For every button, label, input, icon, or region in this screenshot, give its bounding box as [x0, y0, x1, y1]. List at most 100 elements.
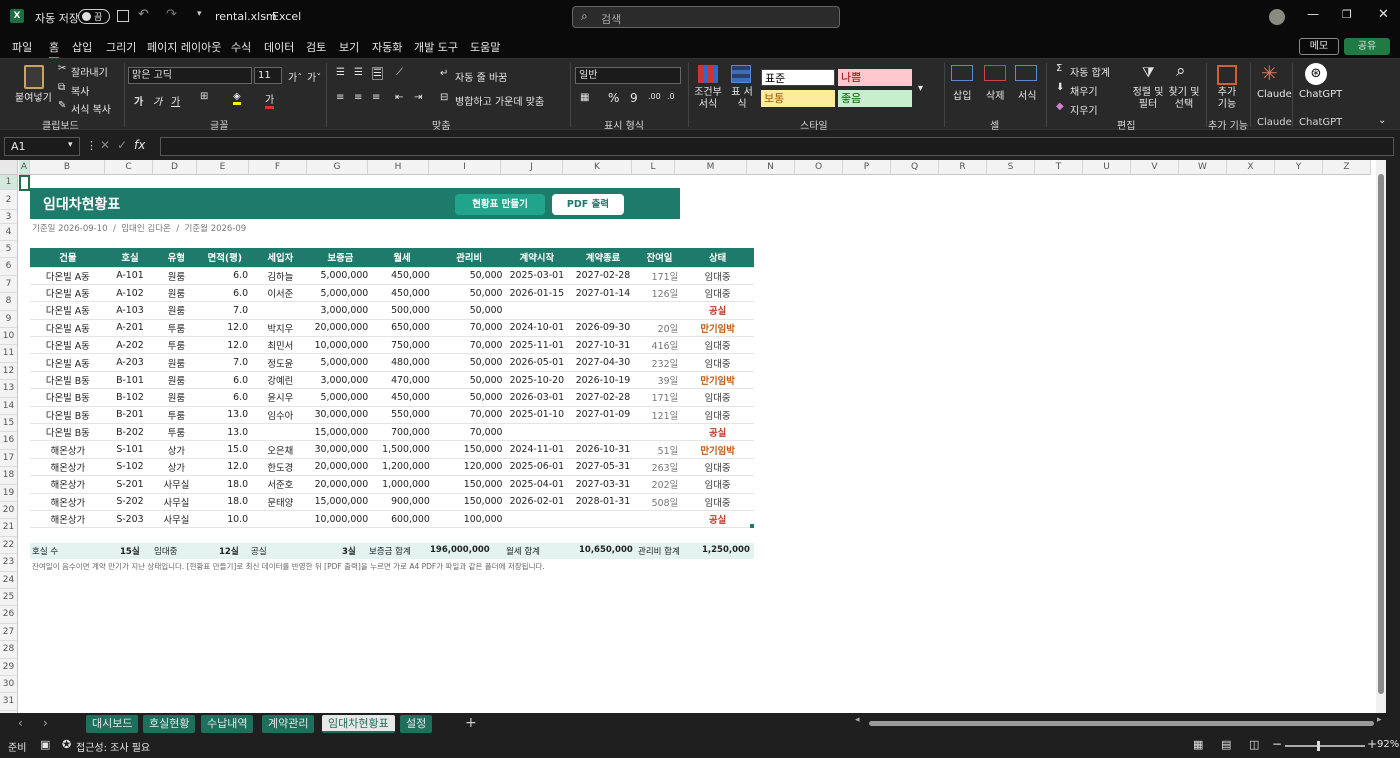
table-cell[interactable]: 임대중: [681, 458, 754, 477]
active-cell[interactable]: [19, 175, 30, 191]
chatgpt-button[interactable]: ChatGPT: [1299, 89, 1342, 100]
menu-automate[interactable]: 자동화: [372, 39, 402, 55]
row-header[interactable]: 16: [0, 432, 18, 450]
table-cell[interactable]: 6.0: [198, 371, 252, 390]
table-cell[interactable]: [251, 423, 310, 442]
table-cell[interactable]: 650,000: [371, 319, 433, 338]
align-right-icon[interactable]: ≡: [372, 92, 380, 103]
horizontal-scrollbar[interactable]: ◂ ▸: [855, 715, 1385, 728]
table-cell[interactable]: 5,000,000: [309, 267, 372, 285]
table-cell[interactable]: 12.0: [198, 458, 252, 477]
autosum-button[interactable]: 자동 합계: [1070, 64, 1110, 79]
table-cell[interactable]: 원룸: [154, 267, 199, 285]
row-header[interactable]: 22: [0, 536, 18, 555]
table-cell[interactable]: 450,000: [371, 284, 433, 303]
autosave-toggle[interactable]: 끔: [78, 9, 110, 24]
table-cell[interactable]: 다온빌 B동: [30, 406, 106, 425]
table-cell[interactable]: 10.0: [198, 510, 252, 529]
row-header[interactable]: 8: [0, 293, 18, 311]
menu-help[interactable]: 도움말: [470, 39, 500, 55]
share-button[interactable]: 공유: [1344, 38, 1390, 55]
table-cell[interactable]: 임대중: [681, 284, 754, 303]
table-cell[interactable]: 사무실: [154, 510, 199, 529]
format-painter-button[interactable]: 서식 복사: [71, 101, 111, 116]
align-top-icon[interactable]: ☰: [336, 67, 345, 78]
table-cell[interactable]: B-102: [105, 388, 155, 407]
table-cell[interactable]: 3,000,000: [309, 371, 372, 390]
table-cell[interactable]: 강예린: [251, 371, 310, 390]
row-header[interactable]: 5: [0, 241, 18, 259]
wrap-text-button[interactable]: 자동 줄 바꿈: [455, 69, 507, 84]
column-header[interactable]: G: [307, 160, 368, 175]
table-cell[interactable]: 1,000,000: [371, 475, 433, 494]
table-cell[interactable]: 20,000,000: [309, 319, 372, 338]
menu-developer[interactable]: 개발 도구: [414, 39, 458, 55]
table-cell[interactable]: A-103: [105, 301, 155, 320]
table-cell[interactable]: 2027-04-30: [568, 353, 638, 372]
table-cell[interactable]: 150,000: [432, 493, 506, 511]
row-header[interactable]: 19: [0, 484, 18, 502]
table-cell[interactable]: 20,000,000: [309, 475, 372, 494]
normal-view-icon[interactable]: ▦: [1193, 738, 1203, 751]
table-cell[interactable]: 문태양: [251, 493, 310, 511]
table-cell[interactable]: 3,000,000: [309, 301, 372, 320]
prev-sheet-icon[interactable]: ‹: [18, 716, 23, 730]
table-cell[interactable]: 임수아: [251, 406, 310, 425]
style-neutral[interactable]: 보통: [761, 90, 835, 107]
table-cell[interactable]: 20,000,000: [309, 458, 372, 477]
table-cell[interactable]: 2028-01-31: [568, 493, 638, 511]
namebox-dropdown-icon[interactable]: ▾: [68, 140, 73, 150]
table-cell[interactable]: 2025-03-01: [505, 267, 569, 285]
styles-more-icon[interactable]: ▾: [918, 83, 923, 94]
table-cell[interactable]: 480,000: [371, 353, 433, 372]
table-cell[interactable]: 2027-02-28: [568, 388, 638, 407]
zoom-slider-thumb[interactable]: [1317, 741, 1320, 751]
insert-cells-button[interactable]: 삽입: [953, 87, 971, 102]
minimize-icon[interactable]: —: [1307, 7, 1319, 21]
table-cell[interactable]: 원룸: [154, 353, 199, 372]
cancel-icon[interactable]: ✕: [100, 138, 110, 152]
row-header[interactable]: 31: [0, 693, 18, 711]
tab-settings[interactable]: 설정: [400, 715, 433, 733]
table-cell[interactable]: 2027-01-09: [568, 406, 638, 425]
table-cell[interactable]: 416일: [637, 336, 682, 355]
row-header[interactable]: 15: [0, 415, 18, 433]
tab-dashboard[interactable]: 대시보드: [86, 715, 139, 733]
table-cell[interactable]: 2026-02-01: [505, 493, 569, 511]
table-cell[interactable]: S-101: [105, 440, 155, 459]
italic-icon[interactable]: 가: [153, 93, 162, 108]
table-cell[interactable]: 정도윤: [251, 353, 310, 372]
table-cell[interactable]: 2026-05-01: [505, 353, 569, 372]
format-painter-icon[interactable]: ✎: [58, 100, 66, 111]
table-cell[interactable]: 50,000: [432, 388, 506, 407]
decrease-decimal-icon[interactable]: .0: [667, 92, 675, 101]
save-icon[interactable]: [117, 10, 129, 22]
conditional-format-button[interactable]: 조건부 서식: [693, 87, 723, 111]
accessibility-icon[interactable]: ✪: [62, 738, 71, 751]
chatgpt-icon[interactable]: ⊛: [1305, 63, 1327, 85]
row-header[interactable]: 24: [0, 571, 18, 589]
zoom-level[interactable]: 92%: [1377, 739, 1399, 750]
table-cell[interactable]: 232일: [637, 353, 682, 372]
table-cell[interactable]: 1,200,000: [371, 458, 433, 477]
redo-icon[interactable]: ↷: [166, 7, 177, 22]
row-header[interactable]: 14: [0, 397, 18, 415]
table-cell[interactable]: 12.0: [198, 336, 252, 355]
table-cell[interactable]: 5,000,000: [309, 353, 372, 372]
row-header[interactable]: 7: [0, 275, 18, 294]
worksheet[interactable]: ABCDEFGHIJKLMNOPQRSTUVWXYZ 1 2 3 4 5 6 7 8 9 10 11…: [0, 160, 1386, 713]
column-header[interactable]: F: [249, 160, 307, 175]
table-cell[interactable]: [637, 510, 682, 529]
table-cell[interactable]: 공실: [681, 301, 754, 320]
table-cell[interactable]: 다온빌 A동: [30, 301, 106, 320]
table-cell[interactable]: [568, 423, 638, 442]
table-cell[interactable]: 2025-10-20: [505, 371, 569, 390]
page-layout-view-icon[interactable]: ▤: [1221, 738, 1231, 751]
table-cell[interactable]: 2026-03-01: [505, 388, 569, 407]
table-cell[interactable]: 15,000,000: [309, 423, 372, 442]
table-cell[interactable]: 171일: [637, 267, 682, 285]
indent-icon[interactable]: ⇥: [414, 92, 422, 103]
table-cell[interactable]: 사무실: [154, 475, 199, 494]
table-cell[interactable]: 공실: [681, 510, 754, 529]
table-cell[interactable]: 70,000: [432, 406, 506, 425]
